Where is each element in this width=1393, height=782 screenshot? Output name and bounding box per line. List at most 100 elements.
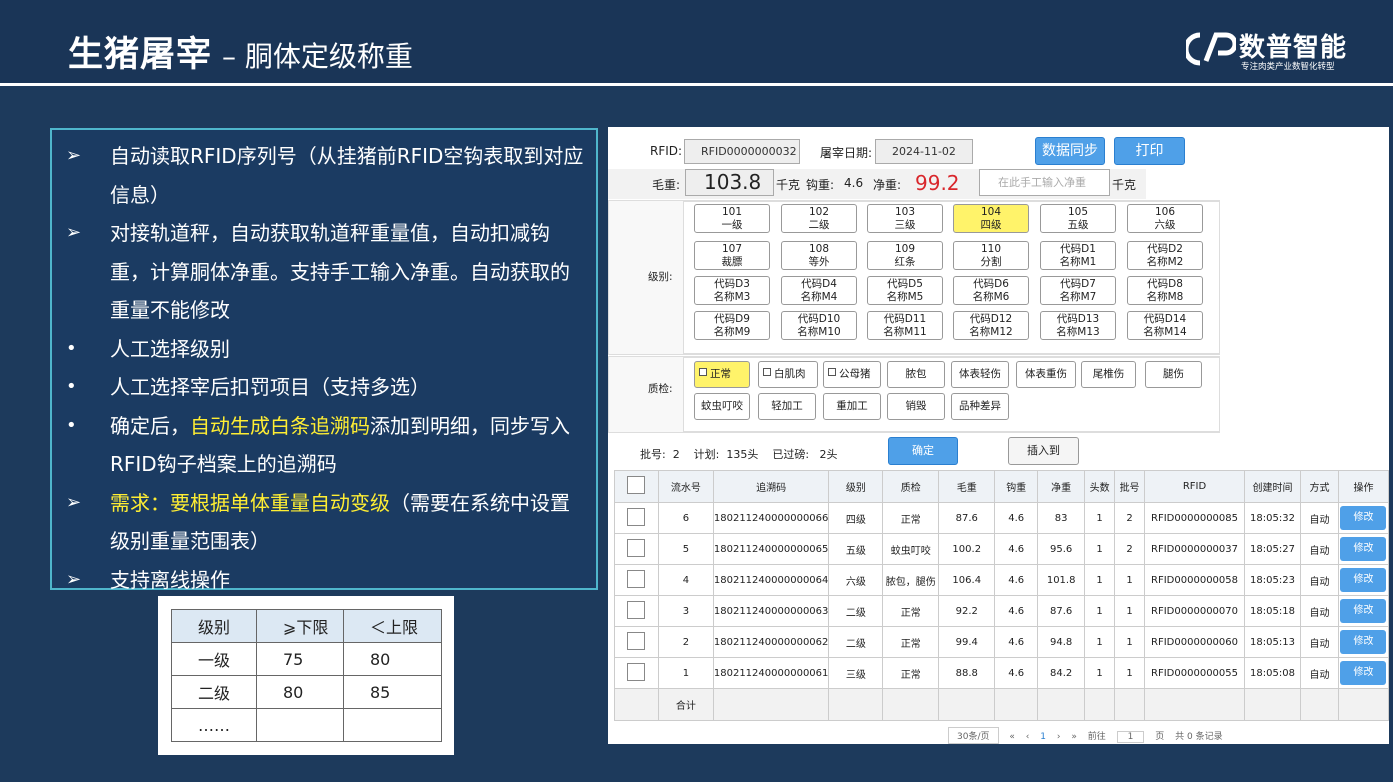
cell xyxy=(1337,688,1389,721)
edit-button[interactable]: 修改 xyxy=(1340,661,1387,685)
gross-weight-value: 103.8 xyxy=(685,169,774,196)
qc-option[interactable]: 公母猪 xyxy=(823,361,881,388)
cell: 合计 xyxy=(657,688,714,721)
row-checkbox[interactable] xyxy=(627,631,646,650)
data-sync-button[interactable]: 数据同步 xyxy=(1035,137,1105,165)
qc-option[interactable]: 尾椎伤 xyxy=(1081,361,1136,388)
edit-button[interactable]: 修改 xyxy=(1340,568,1387,592)
qc-option-label: 体表轻伤 xyxy=(959,368,1001,380)
grade-button[interactable]: 代码D7 名称M7 xyxy=(1040,276,1116,305)
date-field[interactable]: 2024-11-02 xyxy=(875,139,973,164)
bullet-text: 支持离线操作 xyxy=(110,567,230,592)
grade-button[interactable]: 代码D6 名称M6 xyxy=(953,276,1029,305)
qc-checkbox[interactable] xyxy=(699,368,707,376)
grade-name: 一级 xyxy=(721,219,743,231)
gross-label: 毛重: xyxy=(652,178,681,192)
grade-button[interactable]: 代码D11 名称M11 xyxy=(867,311,943,340)
row-checkbox[interactable] xyxy=(627,507,646,526)
grade-button[interactable]: 代码D13 名称M13 xyxy=(1040,311,1116,340)
grade-label: 级别: xyxy=(648,271,673,283)
cell xyxy=(614,533,659,565)
grade-button[interactable]: 104 四级 xyxy=(953,204,1029,233)
pagination: 30条/页 « ‹ 1 › » 前往 1 页 共 0 条记录 xyxy=(948,727,1231,744)
qc-option[interactable]: 体表轻伤 xyxy=(951,361,1009,388)
table-row[interactable]: 5 180211240000000065 五级 蚊虫叮咬 100.2 4.6 95.6 1 2 R… xyxy=(614,533,1389,565)
grade-button[interactable]: 108 等外 xyxy=(781,241,857,270)
grade-button[interactable]: 代码D9 名称M9 xyxy=(694,311,770,340)
row-checkbox[interactable] xyxy=(627,538,646,557)
cell: 83 xyxy=(1037,502,1086,534)
requirements-list: ➢ 自动读取RFID序列号（从挂猪前RFID空钩表取到对应信息） ➢ 对接轨道秤，自动… xyxy=(50,128,598,592)
table-row[interactable]: 6 180211240000000066 四级 正常 87.6 4.6 83 1 2 RFID00… xyxy=(614,502,1389,534)
cell xyxy=(614,626,659,658)
grade-button[interactable]: 110 分割 xyxy=(953,241,1029,270)
table-row[interactable]: 2 180211240000000062 二级 正常 99.4 4.6 94.8 1 1 RFID… xyxy=(614,626,1389,658)
grade-button[interactable]: 105 五级 xyxy=(1040,204,1116,233)
qc-option[interactable]: 脓包 xyxy=(887,361,945,388)
qc-option[interactable]: 白肌肉 xyxy=(758,361,818,388)
cell: 二级 xyxy=(828,626,884,658)
prev-page-icon[interactable]: ‹ xyxy=(1026,732,1030,742)
cell: 正常 xyxy=(882,595,940,627)
qc-checkbox[interactable] xyxy=(828,368,836,376)
grade-button[interactable]: 代码D1 名称M1 xyxy=(1040,241,1116,270)
grade-button[interactable]: 代码D5 名称M5 xyxy=(867,276,943,305)
current-page[interactable]: 1 xyxy=(1040,732,1046,742)
grade-button[interactable]: 代码D3 名称M3 xyxy=(694,276,770,305)
grade-button[interactable]: 101 一级 xyxy=(694,204,770,233)
page-size-select[interactable]: 30条/页 xyxy=(948,727,999,744)
table-row[interactable]: 1 180211240000000061 三级 正常 88.8 4.6 84.2 1 1 RFID… xyxy=(614,657,1389,689)
cell: 蚊虫叮咬 xyxy=(882,533,940,565)
select-all-checkbox[interactable] xyxy=(627,476,646,494)
grade-button[interactable]: 107 裁膘 xyxy=(694,241,770,270)
bullet-text: 对接轨道秤，自动获取轨道秤重量值，自动扣减钩重，计算胴体净重。支持手工输入净重。… xyxy=(110,221,570,322)
table-row[interactable]: 3 180211240000000063 二级 正常 92.2 4.6 87.6 1 1 RFID… xyxy=(614,595,1389,627)
edit-button[interactable]: 修改 xyxy=(1340,506,1387,530)
grade-button[interactable]: 代码D8 名称M8 xyxy=(1127,276,1203,305)
qc-option[interactable]: 腿伤 xyxy=(1145,361,1202,388)
last-page-icon[interactable]: » xyxy=(1071,732,1077,742)
cell: 1 xyxy=(1084,595,1116,627)
cell: 1 xyxy=(1084,502,1116,534)
grade-code: 代码D1 xyxy=(1060,243,1096,255)
cell: 修改 xyxy=(1337,502,1389,534)
grade-button[interactable]: 代码D4 名称M4 xyxy=(781,276,857,305)
qc-option[interactable]: 体表重伤 xyxy=(1016,361,1076,388)
cell: 95.6 xyxy=(1037,533,1086,565)
table-row[interactable]: 4 180211240000000064 六级 脓包，腿伤 106.4 4.6 101.8 1… xyxy=(614,564,1389,596)
row-checkbox[interactable] xyxy=(627,600,646,619)
edit-button[interactable]: 修改 xyxy=(1340,599,1387,623)
row-checkbox[interactable] xyxy=(627,662,646,681)
grade-button[interactable]: 代码D14 名称M14 xyxy=(1127,311,1203,340)
grade-button[interactable]: 106 六级 xyxy=(1127,204,1203,233)
print-button[interactable]: 打印 xyxy=(1114,137,1185,165)
qc-option[interactable]: 品种差异 xyxy=(951,393,1009,420)
first-page-icon[interactable]: « xyxy=(1009,732,1015,742)
net-weight-manual-input[interactable]: 在此手工输入净重 xyxy=(979,169,1110,196)
grade-button[interactable]: 代码D2 名称M2 xyxy=(1127,241,1203,270)
insert-button[interactable]: 插入到 xyxy=(1008,437,1079,465)
qc-checkbox[interactable] xyxy=(763,368,771,376)
row-checkbox[interactable] xyxy=(627,569,646,588)
confirm-button[interactable]: 确定 xyxy=(888,437,958,465)
goto-page-input[interactable]: 1 xyxy=(1116,731,1145,743)
rfid-field[interactable]: RFID0000000032 xyxy=(684,139,800,164)
edit-button[interactable]: 修改 xyxy=(1340,630,1387,654)
cell xyxy=(1084,688,1116,721)
grade-button[interactable]: 103 三级 xyxy=(867,204,943,233)
grade-code: 代码D5 xyxy=(887,278,923,290)
total-row: 合计 xyxy=(614,688,1389,721)
edit-button[interactable]: 修改 xyxy=(1340,537,1387,561)
grade-button[interactable]: 102 二级 xyxy=(781,204,857,233)
grade-button[interactable]: 代码D12 名称M12 xyxy=(953,311,1029,340)
qc-option[interactable]: 蚊虫叮咬 xyxy=(694,393,750,420)
grade-button[interactable]: 代码D10 名称M10 xyxy=(781,311,857,340)
qc-option[interactable]: 重加工 xyxy=(823,393,881,420)
qc-option[interactable]: 轻加工 xyxy=(758,393,816,420)
column-header: 方式 xyxy=(1299,470,1339,503)
qc-option[interactable]: 销毁 xyxy=(887,393,945,420)
grade-button[interactable]: 109 红条 xyxy=(867,241,943,270)
next-page-icon[interactable]: › xyxy=(1057,732,1061,742)
grade-code: 102 xyxy=(808,206,830,218)
qc-option[interactable]: 正常 xyxy=(694,361,750,388)
